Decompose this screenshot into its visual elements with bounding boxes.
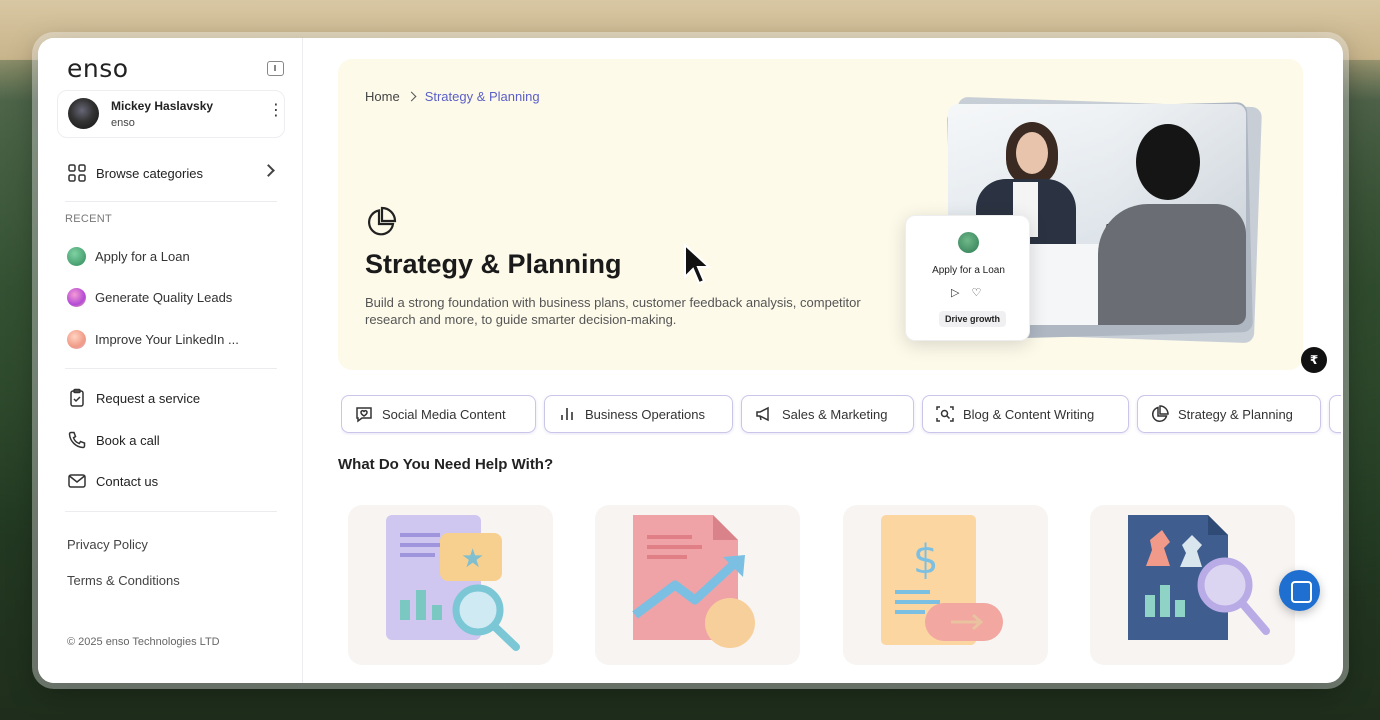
svg-text:$: $ [913, 537, 938, 583]
request-service-link[interactable]: Request a service [67, 387, 200, 409]
svg-text:★: ★ [461, 544, 484, 574]
category-card[interactable]: $ [843, 505, 1048, 665]
chevron-right-icon [262, 164, 275, 177]
contact-us-link[interactable]: Contact us [67, 470, 158, 492]
floating-badge-icon[interactable]: ₹ [1301, 347, 1327, 373]
sidebar-collapse-icon[interactable] [267, 61, 284, 76]
recent-item-icon [67, 246, 86, 266]
recent-item-icon [67, 329, 86, 349]
user-name: Mickey Haslavsky [111, 99, 214, 113]
heart-icon[interactable]: ♡ [971, 286, 981, 299]
strategy-illustration [1128, 515, 1270, 640]
app-window: enso Mickey Haslavsky enso ⋮ Browse cate… [38, 38, 1343, 683]
recent-item[interactable]: Improve Your LinkedIn ... [67, 328, 239, 350]
section-title: What Do You Need Help With? [338, 456, 554, 473]
pie-chart-icon [1152, 405, 1169, 422]
service-preview-card[interactable]: Apply for a Loan ▷ ♡ Drive growth [905, 215, 1030, 341]
breadcrumb: Home Strategy & Planning [365, 89, 540, 104]
growth-report-illustration [632, 515, 755, 648]
mail-icon [68, 474, 86, 488]
request-service-label: Request a service [96, 390, 201, 406]
chat-heart-icon [356, 407, 372, 423]
service-title: Apply for a Loan [932, 265, 1005, 276]
browse-categories-button[interactable]: Browse categories [67, 161, 277, 185]
page-title: Strategy & Planning [365, 249, 622, 279]
tab-business-operations[interactable]: Business Operations [544, 395, 733, 433]
service-tag: Drive growth [939, 311, 1007, 327]
tab-label: Sales & Marketing [782, 406, 888, 422]
hero-banner: Home Strategy & Planning Strategy & Plan… [338, 59, 1303, 370]
tab-label: Business Operations [585, 406, 705, 422]
breadcrumb-home[interactable]: Home [365, 89, 400, 104]
divider [65, 201, 277, 202]
category-card[interactable]: ★ [348, 505, 553, 665]
search-frame-icon [936, 406, 954, 422]
recent-item-label: Generate Quality Leads [95, 289, 233, 305]
phone-icon [68, 431, 86, 449]
tab-label: Strategy & Planning [1178, 406, 1293, 422]
breadcrumb-current: Strategy & Planning [424, 89, 540, 104]
page-description: Build a strong foundation with business … [365, 295, 861, 327]
book-call-link[interactable]: Book a call [67, 429, 160, 451]
chevron-right-icon [406, 91, 417, 102]
category-card[interactable] [595, 505, 800, 665]
help-chat-button[interactable] [1279, 570, 1320, 611]
user-org: enso [111, 117, 135, 129]
grid-icon [68, 164, 86, 182]
category-card[interactable] [1090, 505, 1295, 665]
recent-item-label: Improve Your LinkedIn ... [95, 331, 239, 347]
book-call-label: Book a call [96, 432, 160, 448]
privacy-policy-link[interactable]: Privacy Policy [67, 537, 148, 552]
tab-strategy-planning[interactable]: Strategy & Planning [1137, 395, 1321, 433]
megaphone-icon [756, 406, 769, 422]
bar-chart-icon [561, 408, 573, 420]
avatar [68, 98, 99, 129]
copyright: © 2025 enso Technologies LTD [67, 636, 220, 648]
sidebar: enso Mickey Haslavsky enso ⋮ Browse cate… [38, 38, 303, 683]
recent-item-label: Apply for a Loan [95, 248, 190, 264]
browse-categories-label: Browse categories [96, 165, 203, 181]
finance-illustration: $ [881, 515, 1003, 645]
mouse-cursor-icon [684, 243, 712, 285]
recent-item[interactable]: Apply for a Loan [67, 245, 190, 267]
category-tabs: Social Media Content Business Operations… [341, 395, 1341, 435]
more-options-icon[interactable]: ⋮ [268, 103, 284, 119]
tab-label: Blog & Content Writing [963, 406, 1095, 422]
tab-more[interactable] [1329, 395, 1341, 433]
recent-header: RECENT [65, 213, 113, 225]
pie-chart-icon [368, 206, 397, 236]
recent-item-icon [67, 287, 86, 307]
user-card[interactable]: Mickey Haslavsky enso ⋮ [57, 90, 285, 138]
tab-label: Social Media Content [382, 406, 506, 422]
tab-blog-content-writing[interactable]: Blog & Content Writing [922, 395, 1129, 433]
tab-social-media-content[interactable]: Social Media Content [341, 395, 536, 433]
play-icon[interactable]: ▷ [951, 286, 959, 299]
reviews-analysis-illustration: ★ [386, 515, 520, 651]
terms-link[interactable]: Terms & Conditions [67, 573, 180, 588]
clipboard-check-icon [70, 388, 84, 407]
divider [65, 368, 277, 369]
recent-item[interactable]: Generate Quality Leads [67, 286, 232, 308]
divider [65, 511, 277, 512]
logo[interactable]: enso [67, 54, 129, 83]
service-icon [958, 232, 979, 253]
contact-us-label: Contact us [96, 473, 159, 489]
tab-sales-marketing[interactable]: Sales & Marketing [741, 395, 914, 433]
